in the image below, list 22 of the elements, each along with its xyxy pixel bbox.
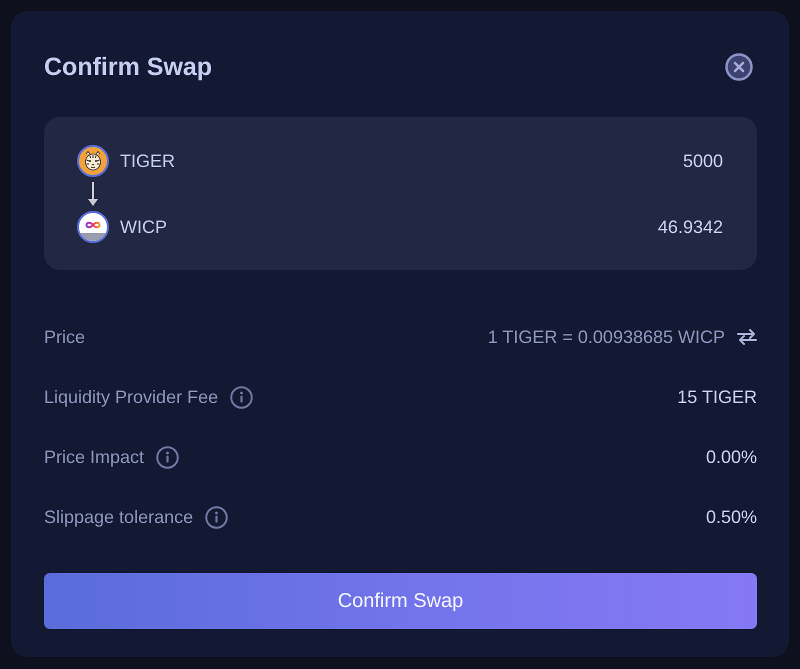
detail-value: 1 TIGER = 0.00938685 WICP (488, 326, 725, 348)
close-button[interactable] (725, 53, 753, 81)
token-symbol: WICP (120, 216, 168, 238)
infinity-logo-icon (77, 211, 109, 243)
detail-label: Liquidity Provider Fee (44, 386, 218, 408)
confirm-swap-button[interactable]: Confirm Swap (44, 573, 757, 629)
dialog-title: Confirm Swap (44, 52, 212, 83)
token-symbol: TIGER (120, 150, 176, 172)
info-icon[interactable] (205, 506, 228, 528)
detail-label: Slippage tolerance (44, 506, 194, 528)
detail-value: 0.50% (706, 506, 757, 528)
detail-value: 0.00% (706, 446, 757, 468)
info-icon[interactable] (156, 446, 180, 468)
detail-label: Price Impact (44, 446, 144, 468)
tiger-logo-icon (77, 145, 109, 177)
down-arrow-icon (87, 182, 99, 206)
info-icon[interactable] (230, 386, 254, 408)
detail-label: Price (44, 326, 86, 348)
detail-value: 15 TIGER (677, 386, 757, 408)
token-amount: 46.9342 (658, 216, 723, 238)
token-amount: 5000 (682, 150, 723, 172)
swap-direction-button[interactable] (737, 329, 757, 345)
